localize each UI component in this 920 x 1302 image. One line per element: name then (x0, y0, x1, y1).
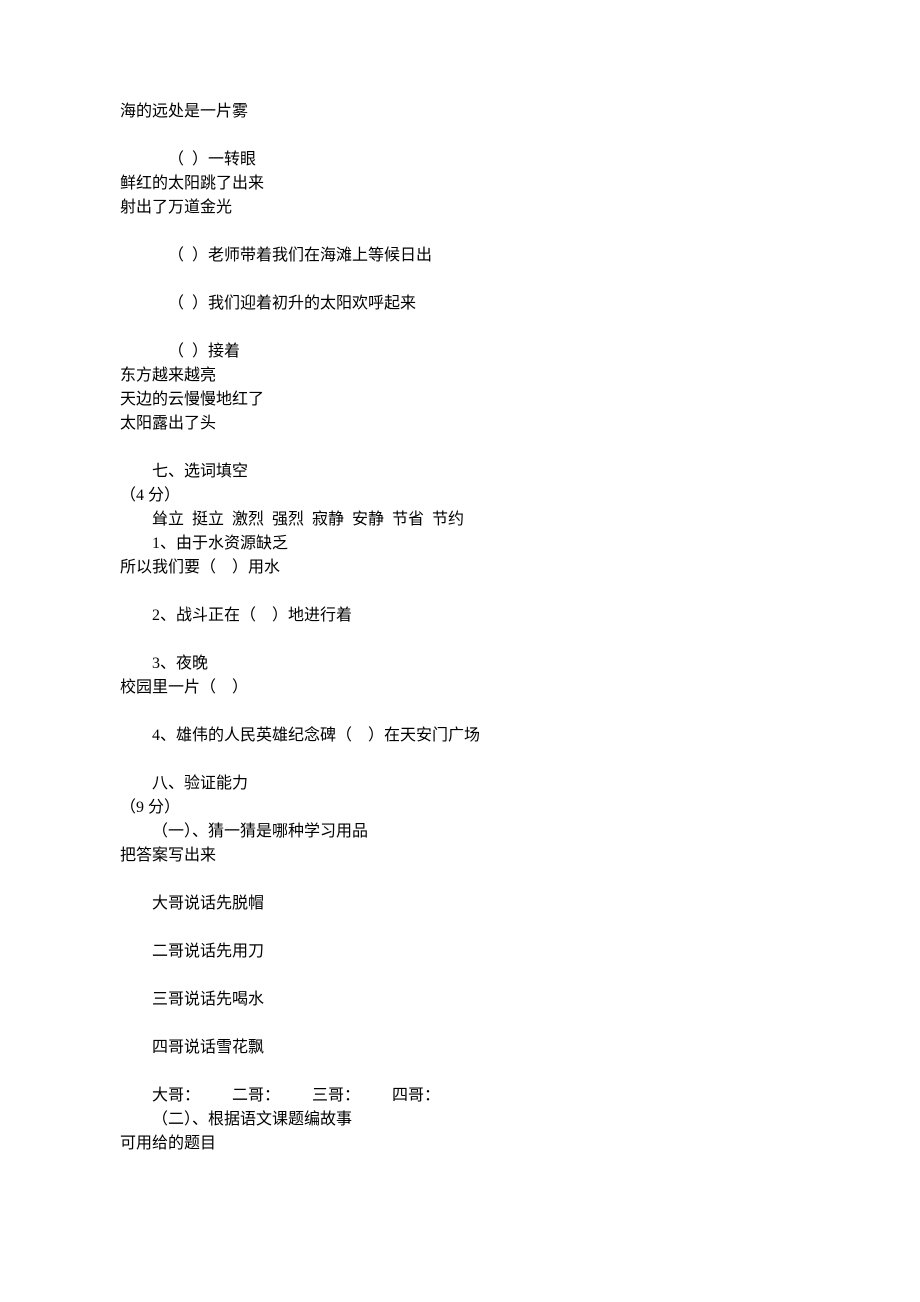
text-line: （ ）老师带着我们在海滩上等候日出 (120, 244, 800, 268)
text-line: （ ）接着 (120, 340, 800, 364)
text-line: 校园里一片（ ） (120, 676, 800, 700)
blank-line (120, 964, 800, 988)
blank-line (120, 748, 800, 772)
text-line: （一）、猜一猜是哪种学习用品 (120, 820, 800, 844)
blank-line (120, 268, 800, 292)
text-line: 大哥说话先脱帽 (120, 892, 800, 916)
text-line: 东方越来越亮 (120, 364, 800, 388)
text-line: 鲜红的太阳跳了出来 (120, 172, 800, 196)
text-line: 耸立 挺立 激烈 强烈 寂静 安静 节省 节约 (120, 508, 800, 532)
blank-line (120, 1012, 800, 1036)
blank-line (120, 220, 800, 244)
text-line: 4、雄伟的人民英雄纪念碑（ ）在天安门广场 (120, 724, 800, 748)
text-line: 太阳露出了头 (120, 412, 800, 436)
text-line: 三哥说话先喝水 (120, 988, 800, 1012)
text-line: （ ）我们迎着初升的太阳欢呼起来 (120, 292, 800, 316)
text-line: 把答案写出来 (120, 844, 800, 868)
text-line: 所以我们要（ ）用水 (120, 556, 800, 580)
text-line: 天边的云慢慢地红了 (120, 388, 800, 412)
blank-line (120, 916, 800, 940)
text-line: 四哥说话雪花飘 (120, 1036, 800, 1060)
text-line: 可用给的题目 (120, 1132, 800, 1156)
blank-line (120, 1060, 800, 1084)
blank-line (120, 316, 800, 340)
text-line: 八、验证能力 (120, 772, 800, 796)
blank-line (120, 628, 800, 652)
text-line: 3、夜晚 (120, 652, 800, 676)
document-page: 海的远处是一片雾 （ ）一转眼鲜红的太阳跳了出来射出了万道金光 （ ）老师带着我们在… (0, 0, 920, 1302)
text-line: （9 分） (120, 796, 800, 820)
blank-line (120, 124, 800, 148)
text-line: （ ）一转眼 (120, 148, 800, 172)
blank-line (120, 868, 800, 892)
blank-line (120, 580, 800, 604)
text-line: （二）、根据语文课题编故事 (120, 1108, 800, 1132)
blank-line (120, 436, 800, 460)
text-line: 射出了万道金光 (120, 196, 800, 220)
blank-line (120, 700, 800, 724)
text-line: 大哥： 二哥： 三哥： 四哥： (120, 1084, 800, 1108)
text-line: 七、选词填空 (120, 460, 800, 484)
text-line: 2、战斗正在（ ）地进行着 (120, 604, 800, 628)
text-line: 海的远处是一片雾 (120, 100, 800, 124)
text-line: 1、由于水资源缺乏 (120, 532, 800, 556)
text-line: （4 分） (120, 484, 800, 508)
text-line: 二哥说话先用刀 (120, 940, 800, 964)
